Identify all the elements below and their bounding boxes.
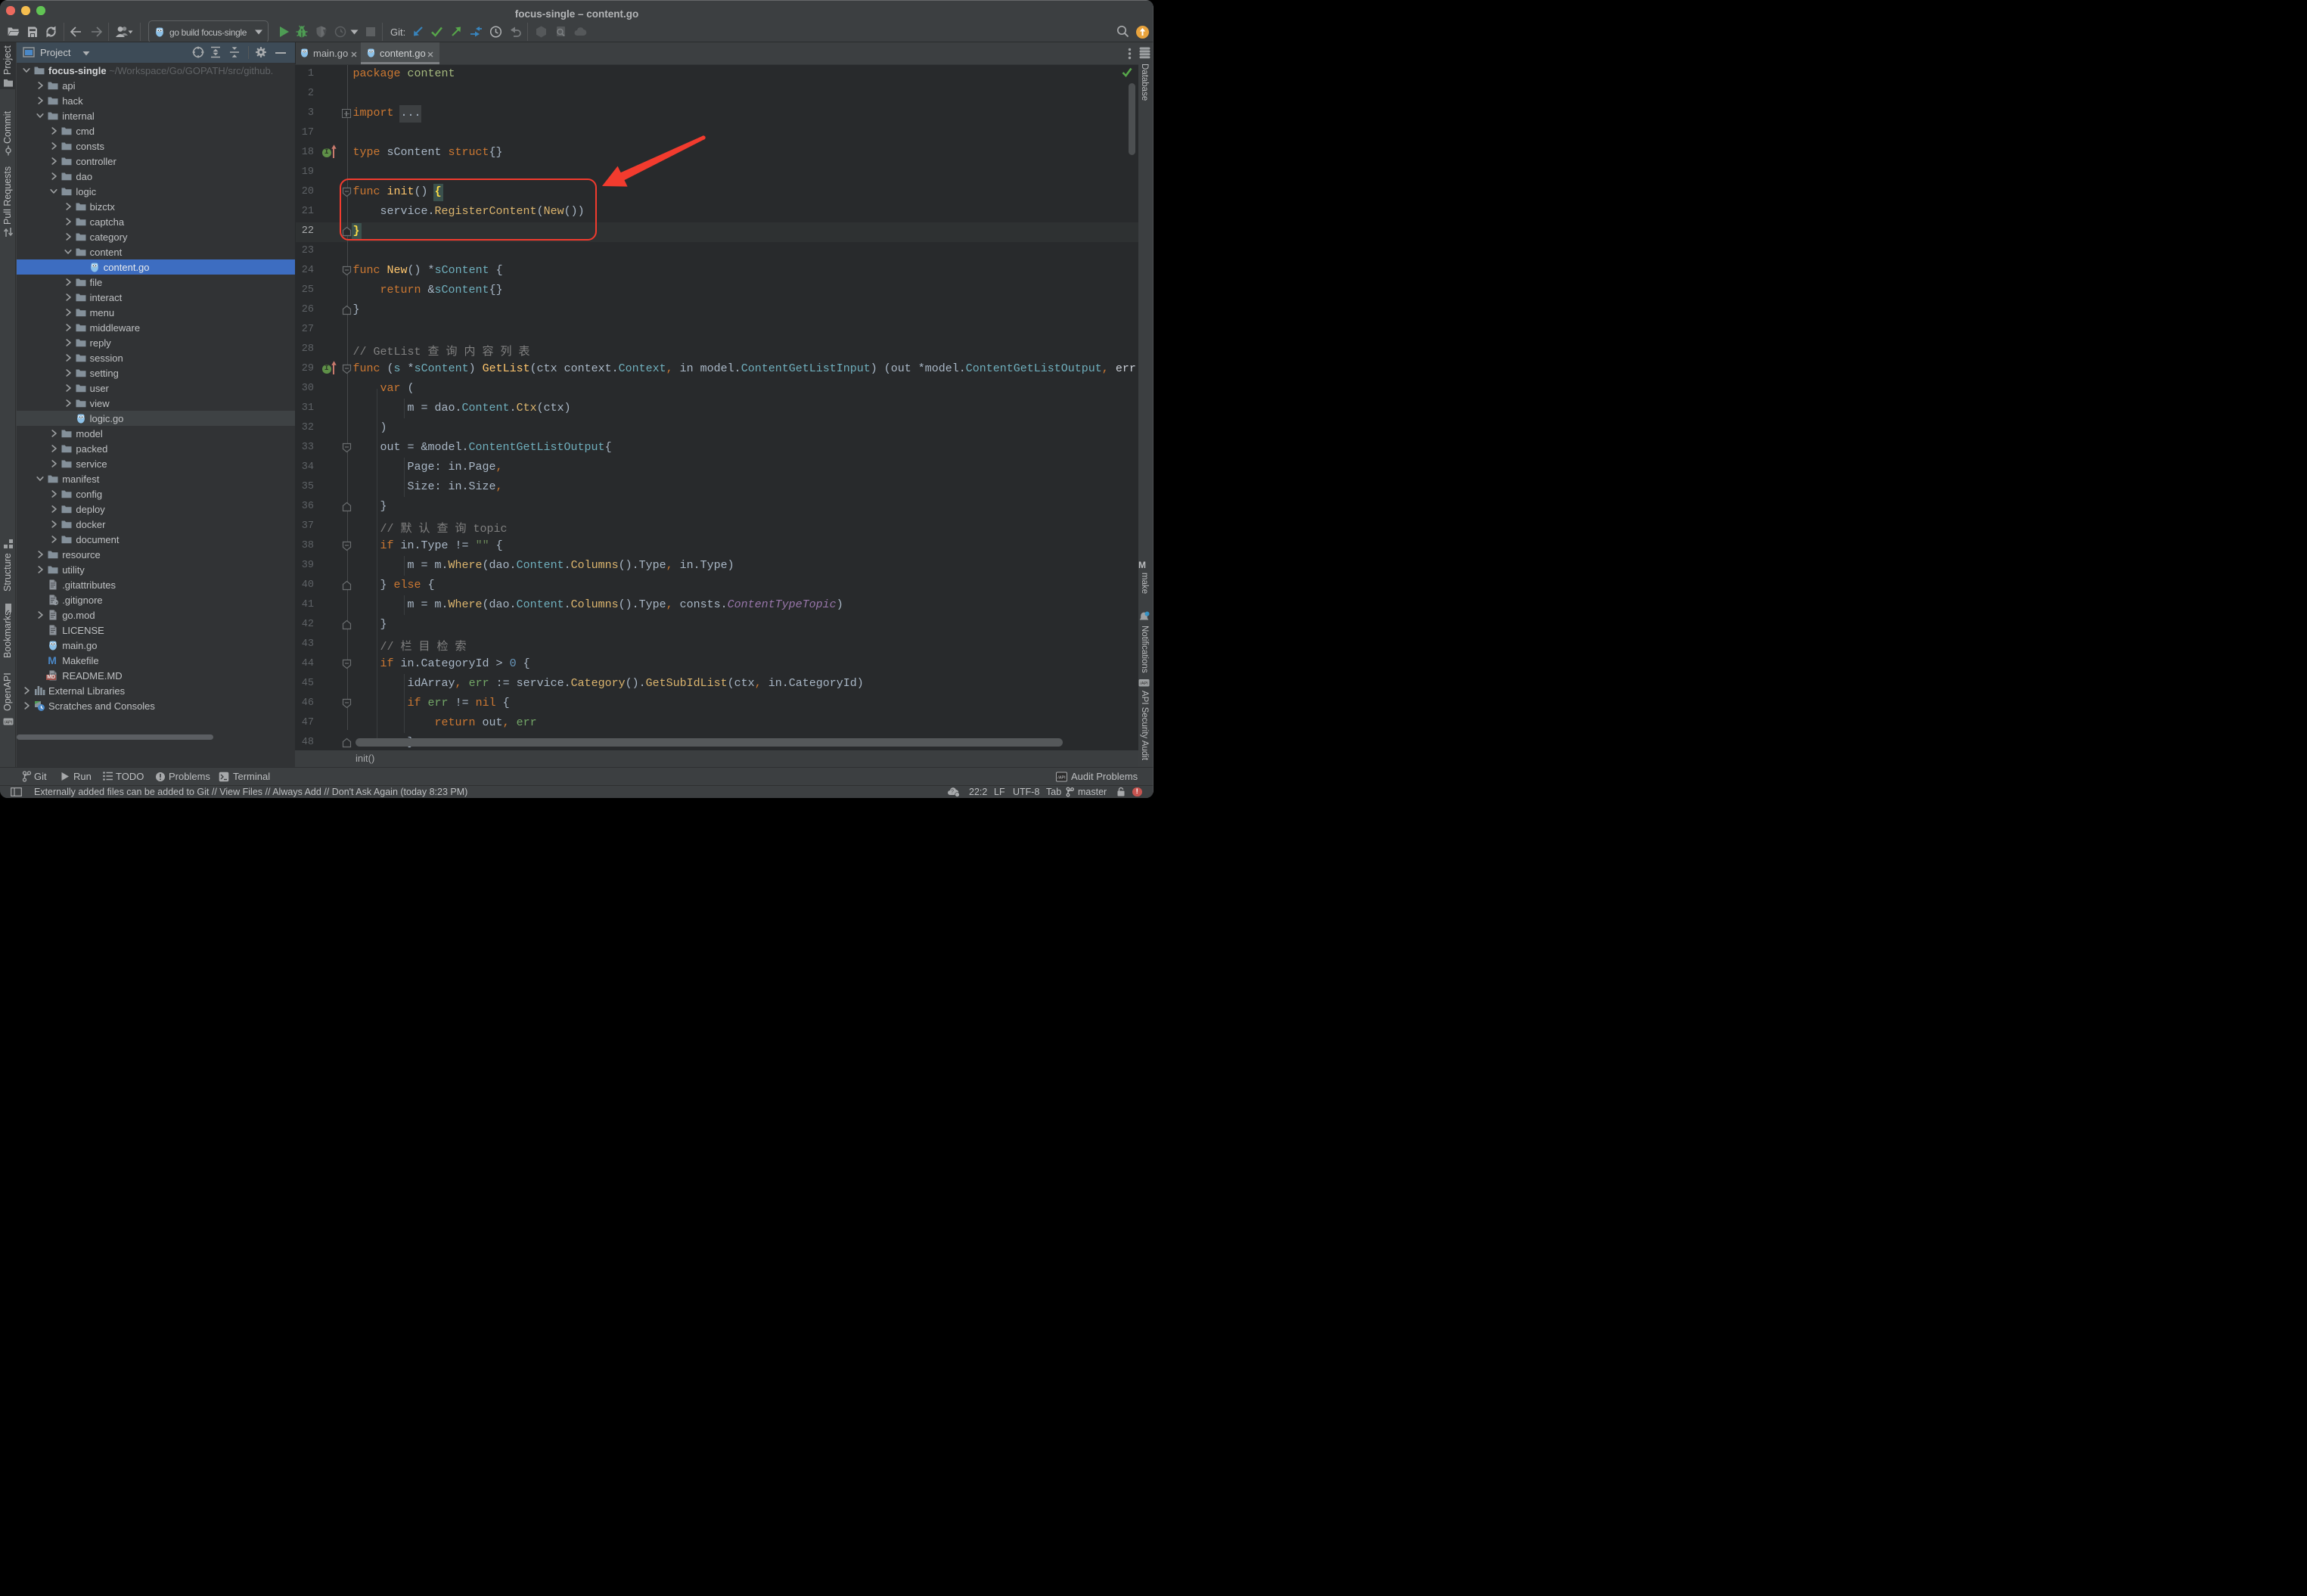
svg-text:?: ? <box>951 790 954 795</box>
svg-text:/API: /API <box>5 721 13 725</box>
svg-text:/API: /API <box>1057 775 1066 780</box>
svg-text:/API: /API <box>1140 682 1148 686</box>
